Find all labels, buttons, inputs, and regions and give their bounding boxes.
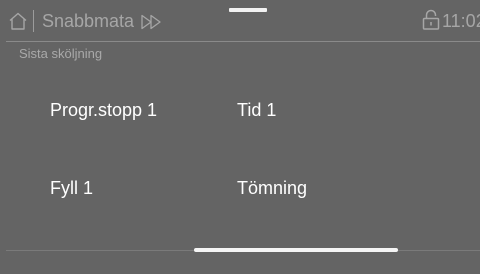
clock: 11:02 <box>442 11 480 31</box>
page-subtitle: Sista sköljning <box>19 46 103 61</box>
menu-item-fyll[interactable]: Fyll 1 <box>50 176 93 200</box>
status-separator <box>33 10 34 32</box>
program-title: Snabbmata <box>42 11 135 31</box>
menu-item-progr-stopp[interactable]: Progr.stopp 1 <box>50 98 157 122</box>
home-icon[interactable] <box>8 11 28 31</box>
appliance-screen: Snabbmata 11:02 Sista sköljning Progr.st… <box>0 0 480 274</box>
pull-down-handle[interactable] <box>229 8 267 12</box>
menu-item-tid[interactable]: Tid 1 <box>237 98 276 122</box>
header-divider <box>6 41 480 42</box>
unlock-icon[interactable] <box>422 9 440 31</box>
menu-item-tomning[interactable]: Tömning <box>237 176 307 200</box>
status-bar: Snabbmata 11:02 <box>0 0 480 42</box>
pull-up-handle[interactable] <box>194 248 398 252</box>
skip-forward-icon[interactable] <box>141 14 163 30</box>
